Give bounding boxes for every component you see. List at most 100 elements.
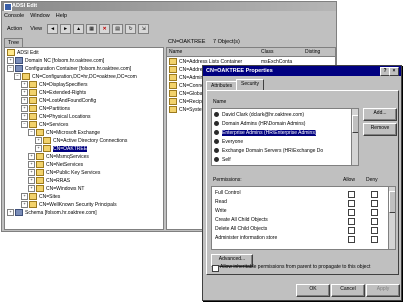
folder-icon [29, 201, 37, 209]
deny-checkbox[interactable] [371, 191, 378, 198]
expand-icon[interactable]: + [28, 177, 35, 185]
expand-icon[interactable]: + [7, 57, 14, 65]
tab-tree[interactable]: Tree [4, 38, 24, 47]
tree-item-public-key-services[interactable]: + CN=Public Key Services [28, 169, 100, 177]
tree-item-domain-nc[interactable]: + Domain NC [folsom.hr.oaktree.com] [7, 57, 104, 65]
list-item[interactable]: Exchange Domain Servers (HR\Exchange Do [214, 147, 323, 155]
main-title-bar[interactable]: ADSI Edit [2, 2, 336, 11]
expand-icon[interactable]: + [21, 89, 28, 97]
permission-list-scrollbar[interactable] [388, 187, 395, 249]
show-tree-icon[interactable]: ▦ [86, 24, 98, 34]
permission-list[interactable]: Full Control Read Write Create All Child… [211, 186, 396, 250]
expand-icon[interactable]: + [35, 137, 42, 145]
folder-icon [169, 98, 177, 106]
deny-checkbox[interactable] [371, 200, 378, 207]
tree-item-displayspecifiers[interactable]: + CN=DisplaySpecifiers [21, 81, 88, 89]
tree-item-windows-nt[interactable]: + CN=Windows NT [28, 185, 84, 193]
export-list-icon[interactable]: ⇲ [138, 24, 150, 34]
dialog-title-bar[interactable]: CN=OAKTREE Properties ? × [203, 66, 401, 76]
tree-item-adsi-edit[interactable]: ADSI Edit [7, 49, 39, 57]
tree-item-lostandfoundconfig[interactable]: + CN=LostAndFoundConfig [21, 97, 96, 105]
tree-item-schema[interactable]: + Schema [folsom.hr.oaktree.com] [7, 209, 97, 217]
expand-icon[interactable]: + [21, 193, 28, 201]
expand-icon[interactable]: + [21, 105, 28, 113]
menu-window[interactable]: Window [30, 12, 50, 21]
tree-pane[interactable]: ADSI Edit + Domain NC [folsom.hr.oaktree.… [4, 47, 164, 230]
tree-item-microsoft-exchange[interactable]: − CN=Microsoft Exchange [28, 129, 100, 137]
deny-checkbox[interactable] [371, 236, 378, 243]
action-menu[interactable]: Action [4, 26, 25, 32]
allow-checkbox[interactable] [348, 200, 355, 207]
scrollbar-thumb[interactable] [352, 115, 358, 133]
allow-checkbox[interactable] [348, 218, 355, 225]
tree-item-cn-configuration[interactable]: − CN=Configuration,DC=hr,DC=oaktree,DC=co… [14, 73, 137, 81]
tree-item-configuration-container[interactable]: − Configuration Container [folsom.hr.oakt… [7, 65, 131, 73]
list-item[interactable]: Self [214, 156, 231, 164]
list-item[interactable]: CN=Globa [169, 90, 202, 98]
remove-button[interactable]: Remove [363, 123, 397, 136]
col-class[interactable]: Class [259, 48, 306, 57]
expand-icon[interactable]: + [35, 145, 42, 153]
back-icon[interactable]: ◄ [47, 24, 59, 34]
collapse-icon[interactable]: − [21, 121, 28, 129]
tree-item-extended-rights[interactable]: + CN=Extended-Rights [21, 89, 86, 97]
properties-icon[interactable]: ▤ [112, 24, 124, 34]
scrollbar-thumb[interactable] [389, 191, 395, 213]
expand-icon[interactable]: + [28, 153, 35, 161]
col-distinguished[interactable]: Disting [303, 48, 335, 57]
delete-icon[interactable]: ✕ [99, 24, 111, 34]
expand-icon[interactable]: + [21, 81, 28, 89]
list-item[interactable]: CN=Conne [169, 82, 204, 90]
tree-item-rras[interactable]: + CN=RRAS [28, 177, 70, 185]
allow-checkbox[interactable] [348, 227, 355, 234]
list-item-selected[interactable]: Enterprise Admins (HR\Enterprise Admins) [214, 129, 317, 137]
menu-bar: Console Window Help [2, 12, 336, 21]
view-menu[interactable]: View [27, 26, 45, 32]
tree-item-msmqservices[interactable]: + CN=MsmqServices [28, 153, 89, 161]
expand-icon[interactable]: + [7, 209, 14, 217]
list-item[interactable]: CN=Recip [169, 98, 202, 106]
list-item[interactable]: Domain Admins (HR\Domain Admins) [214, 120, 305, 128]
list-item[interactable]: CN=Admini [169, 74, 204, 82]
expand-icon[interactable]: + [21, 97, 28, 105]
expand-icon[interactable]: + [28, 169, 35, 177]
allow-checkbox[interactable] [348, 209, 355, 216]
ok-button[interactable]: OK [296, 284, 330, 297]
apply-button[interactable]: Apply [366, 284, 400, 297]
refresh-icon[interactable]: ↻ [125, 24, 137, 34]
tree-item-wellknown-security-principals[interactable]: + CN=WellKnown Security Principals [21, 201, 117, 209]
collapse-icon[interactable]: − [7, 65, 14, 73]
close-button[interactable]: × [389, 67, 399, 76]
expand-icon[interactable]: + [21, 113, 28, 121]
list-item[interactable]: Everyone [214, 138, 243, 146]
cancel-button[interactable]: Cancel [331, 284, 365, 297]
col-name[interactable]: Name [167, 48, 262, 57]
expand-icon[interactable]: + [28, 161, 35, 169]
up-folder-icon[interactable]: ▲ [73, 24, 85, 34]
inherit-checkbox[interactable] [212, 265, 219, 272]
list-item[interactable]: David Clark (dclark@hr.oaktree.com) [214, 111, 304, 119]
tree-item-sites[interactable]: + CN=Sites [21, 193, 60, 201]
collapse-icon[interactable]: − [28, 129, 35, 137]
name-list[interactable]: David Clark (dclark@hr.oaktree.com) Doma… [211, 108, 359, 166]
name-list-scrollbar[interactable] [351, 109, 358, 165]
deny-checkbox[interactable] [371, 209, 378, 216]
allow-checkbox[interactable] [348, 191, 355, 198]
expand-icon[interactable]: + [28, 185, 35, 193]
tree-item-physical-locations[interactable]: + CN=Physical Locations [21, 113, 91, 121]
tree-item-netservices[interactable]: + CN=NetServices [28, 161, 83, 169]
tree-item-partitions[interactable]: + CN=Partitions [21, 105, 70, 113]
deny-checkbox[interactable] [371, 218, 378, 225]
expand-icon[interactable]: + [21, 201, 28, 209]
allow-checkbox[interactable] [348, 236, 355, 243]
tree-item-services[interactable]: − CN=Services [21, 121, 68, 129]
menu-help[interactable]: Help [56, 12, 67, 21]
deny-checkbox[interactable] [371, 227, 378, 234]
forward-icon[interactable]: ► [60, 24, 72, 34]
tree-item-active-directory-connections[interactable]: + CN=Active Directory Connections [35, 137, 127, 145]
tree-item-oaktree[interactable]: + CN=OAKTREE [35, 145, 88, 153]
collapse-icon[interactable]: − [14, 73, 21, 81]
list-item[interactable]: CN=Syster [169, 106, 203, 114]
add-button[interactable]: Add... [363, 108, 397, 121]
menu-console[interactable]: Console [4, 12, 24, 21]
